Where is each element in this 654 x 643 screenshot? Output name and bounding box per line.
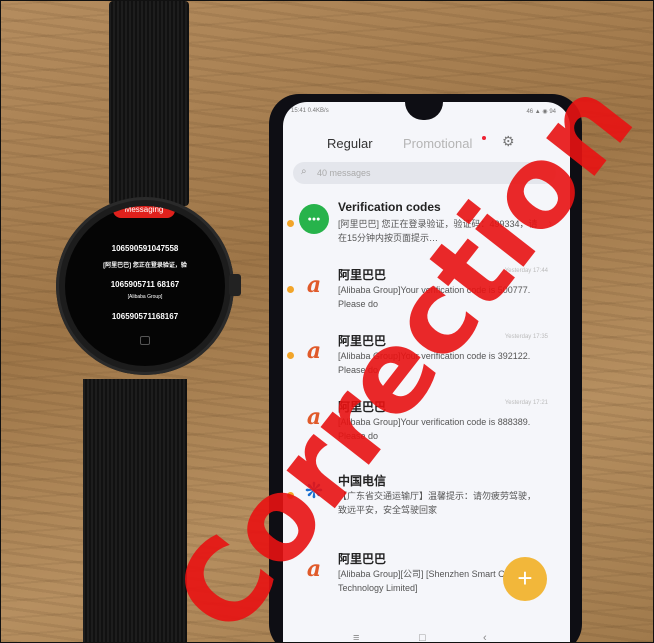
watch-home-icon bbox=[140, 336, 150, 345]
watch-line-1: 106590591047558 bbox=[111, 244, 179, 253]
message-time: Yesterday 17:35 bbox=[504, 334, 548, 340]
photo-frame: Messaging 106590591047558 [阿里巴巴] 您正在登录验证… bbox=[0, 0, 654, 643]
search-bar[interactable]: ⌕ 40 messages bbox=[293, 162, 556, 184]
nav-home-icon[interactable]: □ bbox=[419, 632, 426, 642]
alibaba-icon: a bbox=[306, 556, 322, 582]
watch-app-title: Messaging bbox=[113, 206, 175, 218]
unread-dot bbox=[287, 220, 294, 227]
watch-strap-top bbox=[109, 1, 189, 206]
tab-promotional[interactable]: Promotional bbox=[403, 136, 472, 151]
message-preview: [Alibaba Group]Your verification code is… bbox=[338, 351, 531, 375]
camera-notch bbox=[405, 102, 443, 120]
tab-regular[interactable]: Regular bbox=[327, 136, 373, 151]
alibaba-icon: a bbox=[306, 272, 322, 298]
settings-icon[interactable]: ⚙ bbox=[502, 133, 515, 150]
message-row-china-telecom[interactable]: ❋ 中国电信 【广东省交通运输厅】温馨提示：请勿疲劳驾驶，致远平安，安全驾驶回家 bbox=[283, 468, 570, 534]
watch-line-5: 106590571168167 bbox=[111, 312, 179, 321]
search-placeholder: 40 messages bbox=[317, 168, 371, 178]
message-time: Yesterday 17:21 bbox=[504, 400, 548, 406]
message-row-verification[interactable]: ●●● Verification codes [阿里巴巴] 您正在登录验证，验证… bbox=[283, 196, 570, 262]
watch-strap-bottom bbox=[83, 379, 187, 642]
message-time: Yesterday 17:44 bbox=[504, 268, 548, 274]
sender-name: 阿里巴巴 bbox=[338, 400, 387, 414]
sender-name: 中国电信 bbox=[338, 474, 387, 488]
status-icons: 46 ▲ ◉ 94 bbox=[526, 109, 556, 115]
sender-name: 阿里巴巴 bbox=[338, 552, 387, 566]
sender-name: 阿里巴巴 bbox=[338, 268, 387, 282]
sender-name: Verification codes bbox=[338, 200, 441, 214]
message-row-alibaba-2[interactable]: a 阿里巴巴 Yesterday 17:35 [Alibaba Group]Yo… bbox=[283, 328, 570, 394]
message-row-alibaba-1[interactable]: a 阿里巴巴 Yesterday 17:44 [Alibaba Group]Yo… bbox=[283, 262, 570, 328]
nav-back-icon[interactable]: ‹ bbox=[483, 632, 487, 642]
watch-line-2: [阿里巴巴] 您正在登录验证，验 bbox=[103, 263, 187, 269]
watch-line-3: 1065905711 68167 bbox=[110, 280, 180, 289]
sender-name: 阿里巴巴 bbox=[338, 334, 387, 348]
message-preview: [Alibaba Group]Your verification code is… bbox=[338, 285, 531, 309]
phone-screen: 15:41 0.4KB/s 46 ▲ ◉ 94 Regular Promotio… bbox=[283, 102, 570, 642]
search-icon: ⌕ bbox=[301, 166, 307, 177]
alibaba-icon: a bbox=[306, 404, 322, 430]
alibaba-icon: a bbox=[306, 338, 322, 364]
smartwatch-screen: Messaging 106590591047558 [阿里巴巴] 您正在登录验证… bbox=[65, 206, 225, 366]
message-preview: [Alibaba Group]Your verification code is… bbox=[338, 417, 531, 441]
watch-line-4: [Alibaba Group] bbox=[127, 294, 163, 300]
message-preview: [阿里巴巴] 您正在登录验证，验证码：499334，请在15分钟内按页面提示… bbox=[338, 219, 538, 243]
unread-dot bbox=[287, 286, 294, 293]
message-preview: 【广东省交通运输厅】温馨提示：请勿疲劳驾驶，致远平安，安全驾驶回家 bbox=[338, 491, 537, 515]
chevron-right-icon: › bbox=[548, 218, 552, 230]
verification-icon: ●●● bbox=[299, 204, 329, 234]
promotional-badge bbox=[482, 136, 486, 140]
china-telecom-icon: ❋ bbox=[304, 478, 324, 503]
nav-menu-icon[interactable]: ≡ bbox=[353, 632, 359, 642]
watch-crown bbox=[229, 274, 241, 296]
compose-button[interactable]: + bbox=[503, 557, 547, 601]
status-time: 15:41 0.4KB/s bbox=[291, 108, 329, 114]
message-row-alibaba-3[interactable]: a 阿里巴巴 Yesterday 17:21 [Alibaba Group]Yo… bbox=[283, 394, 570, 460]
unread-dot bbox=[287, 492, 294, 499]
unread-dot bbox=[287, 352, 294, 359]
